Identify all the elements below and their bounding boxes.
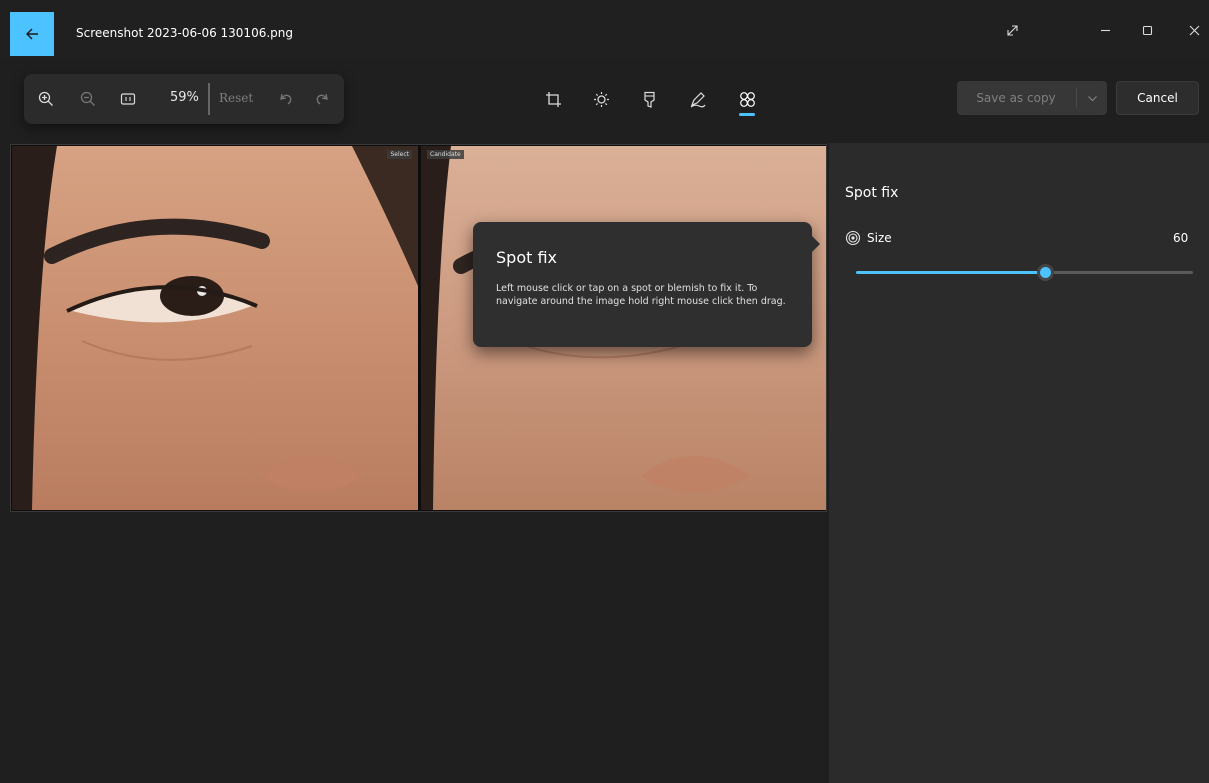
zoom-in-button[interactable] [34, 87, 58, 111]
adjust-icon [593, 91, 609, 107]
markup-tool-button[interactable] [684, 86, 710, 112]
tooltip-body: Left mouse click or tap on a spot or ble… [496, 283, 786, 307]
spot-fix-tool-button[interactable] [734, 86, 760, 112]
crop-tool-button[interactable] [540, 86, 566, 112]
panel-title: Spot fix [845, 185, 899, 201]
adjust-tool-button[interactable] [588, 86, 614, 112]
slider-fill [856, 271, 1045, 274]
zoom-in-icon [38, 91, 53, 106]
minimize-button[interactable] [1083, 12, 1127, 48]
spot-fix-icon [739, 91, 755, 107]
brush-size-icon [845, 230, 861, 246]
redo-icon [316, 93, 328, 105]
photo-tag-right: Candidate [427, 150, 464, 159]
redo-button[interactable] [310, 87, 334, 111]
chevron-down-icon [1087, 95, 1097, 101]
toolbar-divider [208, 83, 210, 115]
actual-size-icon [120, 93, 136, 105]
reset-button[interactable]: Reset [219, 91, 253, 105]
photo-before[interactable]: Select [12, 146, 418, 510]
maximize-icon [1142, 25, 1152, 35]
size-value: 60 [1173, 231, 1189, 245]
zoom-level: 59% [170, 90, 199, 105]
maximize-button[interactable] [1125, 12, 1169, 48]
spot-fix-panel: Spot fix Size 60 [829, 143, 1209, 783]
crop-icon [545, 91, 561, 107]
undo-button[interactable] [274, 87, 298, 111]
full-screen-button[interactable] [990, 12, 1034, 48]
zoom-out-icon [80, 91, 95, 106]
filter-tool-button[interactable] [636, 86, 662, 112]
zoom-toolbar: 59% Reset [24, 74, 344, 124]
active-tool-indicator [739, 113, 755, 116]
close-button[interactable] [1172, 12, 1209, 48]
slider-thumb[interactable] [1037, 264, 1054, 281]
size-slider[interactable] [856, 263, 1193, 283]
zoom-out-button[interactable] [76, 87, 100, 111]
tooltip-title: Spot fix [496, 248, 558, 267]
back-button[interactable] [10, 12, 54, 56]
photo-tag-left: Select [387, 150, 412, 159]
size-label: Size [867, 231, 892, 245]
expand-icon [1006, 24, 1018, 36]
save-options-dropdown[interactable] [1077, 81, 1107, 115]
title-bar: Screenshot 2023-06-06 130106.png [0, 0, 1209, 60]
back-arrow-icon [26, 28, 38, 40]
cancel-button[interactable]: Cancel [1116, 81, 1199, 115]
save-split-button: Save as copy [957, 81, 1107, 115]
filter-icon [643, 91, 655, 108]
spot-fix-tooltip: Spot fix Left mouse click or tap on a sp… [473, 222, 820, 347]
save-as-copy-button[interactable]: Save as copy [957, 81, 1075, 115]
actual-size-button[interactable] [116, 87, 140, 111]
minimize-icon [1100, 29, 1110, 31]
markup-icon [690, 91, 705, 107]
undo-icon [280, 93, 292, 105]
close-icon [1189, 25, 1199, 35]
tooltip-arrow [806, 230, 820, 258]
face-photo-left [12, 146, 418, 510]
window-title: Screenshot 2023-06-06 130106.png [76, 26, 293, 40]
